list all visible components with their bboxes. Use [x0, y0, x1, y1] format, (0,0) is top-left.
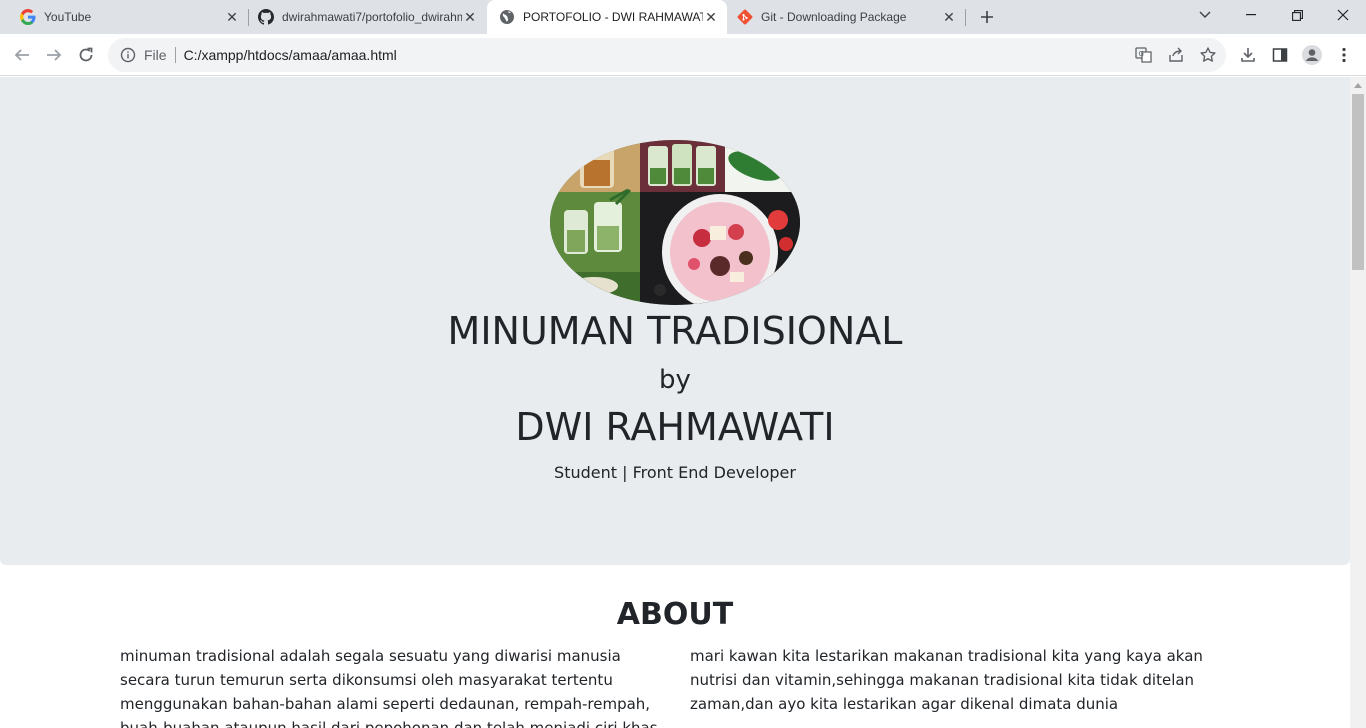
browser-toolbar: File C:/xampp/htdocs/amaa/amaa.html G: [0, 34, 1366, 76]
github-icon: [258, 9, 274, 25]
close-icon[interactable]: ✕: [941, 9, 957, 25]
about-title: ABOUT: [616, 597, 734, 632]
scroll-up-arrow[interactable]: [1350, 77, 1366, 93]
translate-icon[interactable]: G: [1132, 43, 1156, 67]
about-left-paragraph: minuman tradisional adalah segala sesuat…: [120, 647, 658, 728]
forward-button[interactable]: [42, 43, 66, 67]
scroll-thumb[interactable]: [1352, 94, 1364, 270]
menu-button[interactable]: [1332, 43, 1356, 67]
tab-title: dwirahmawati7/portofolio_dwirahmawati: [282, 10, 462, 24]
tab-title: Git - Downloading Package: [761, 10, 907, 24]
tab-youtube[interactable]: YouTube ✕: [0, 0, 249, 34]
arrow-left-icon: [14, 49, 29, 61]
close-icon[interactable]: ✕: [224, 9, 240, 25]
tab-title: YouTube: [44, 10, 92, 24]
tab-separator: [965, 9, 966, 26]
tab-git[interactable]: Git - Downloading Package ✕: [727, 0, 966, 34]
page-viewport: MINUMAN TRADISIONAL by DWI RAHMAWATI Stu…: [0, 77, 1350, 728]
tab-title: PORTOFOLIO - DWI RAHMAWATI: [523, 10, 703, 24]
new-tab-button[interactable]: [976, 6, 998, 28]
tab-strip: YouTube ✕ dwirahmawati7/portofolio_dwira…: [0, 0, 1366, 34]
close-window-button[interactable]: [1320, 0, 1366, 30]
hero-lead: Student | Front End Developer: [554, 463, 796, 482]
page-scrollbar[interactable]: [1350, 77, 1366, 728]
svg-text:G: G: [1139, 50, 1144, 58]
globe-icon: [499, 9, 515, 25]
restore-button[interactable]: [1274, 0, 1320, 30]
close-icon[interactable]: ✕: [462, 9, 478, 25]
downloads-button[interactable]: [1236, 43, 1260, 67]
url-text[interactable]: C:/xampp/htdocs/amaa/amaa.html: [184, 47, 397, 63]
tab-search-button[interactable]: [1182, 0, 1228, 30]
profile-button[interactable]: [1300, 43, 1324, 67]
side-panel-button[interactable]: [1268, 43, 1292, 67]
minimize-icon: [1246, 14, 1256, 16]
share-icon[interactable]: [1164, 43, 1188, 67]
download-icon: [1241, 48, 1255, 62]
jumbotron: MINUMAN TRADISIONAL by DWI RAHMAWATI Stu…: [0, 77, 1350, 565]
close-icon: [1337, 9, 1349, 21]
side-panel-icon: [1272, 48, 1288, 62]
about-right-paragraph: mari kawan kita lestarikan makanan tradi…: [690, 647, 1203, 713]
address-bar[interactable]: File C:/xampp/htdocs/amaa/amaa.html G: [108, 38, 1226, 72]
back-button[interactable]: [10, 43, 34, 67]
minimize-button[interactable]: [1228, 0, 1274, 30]
tab-github[interactable]: dwirahmawati7/portofolio_dwirahmawati ✕: [248, 0, 486, 34]
tab-portofolio[interactable]: PORTOFOLIO - DWI RAHMAWATI ✕: [487, 0, 727, 34]
kebab-menu-icon: [1342, 47, 1346, 63]
bookmark-star-icon[interactable]: [1196, 43, 1220, 67]
arrow-right-icon: [47, 49, 62, 61]
reload-button[interactable]: [74, 43, 98, 67]
reload-icon: [79, 47, 93, 62]
traditional-drinks-collage-image: [550, 140, 800, 305]
scheme-label: File: [144, 47, 167, 63]
close-icon[interactable]: ✕: [703, 9, 719, 25]
hero-title: MINUMAN TRADISIONAL: [447, 309, 903, 353]
google-g-icon: [20, 9, 36, 25]
caret-up-icon: [1354, 82, 1362, 88]
chevron-down-icon: [1199, 11, 1211, 18]
avatar-icon: [1302, 45, 1322, 65]
address-divider: [174, 47, 176, 63]
hero-by: by: [659, 365, 691, 395]
hero-name: DWI RAHMAWATI: [515, 405, 835, 449]
git-icon: [737, 9, 753, 25]
restore-icon: [1291, 9, 1303, 21]
info-icon[interactable]: [120, 47, 136, 63]
